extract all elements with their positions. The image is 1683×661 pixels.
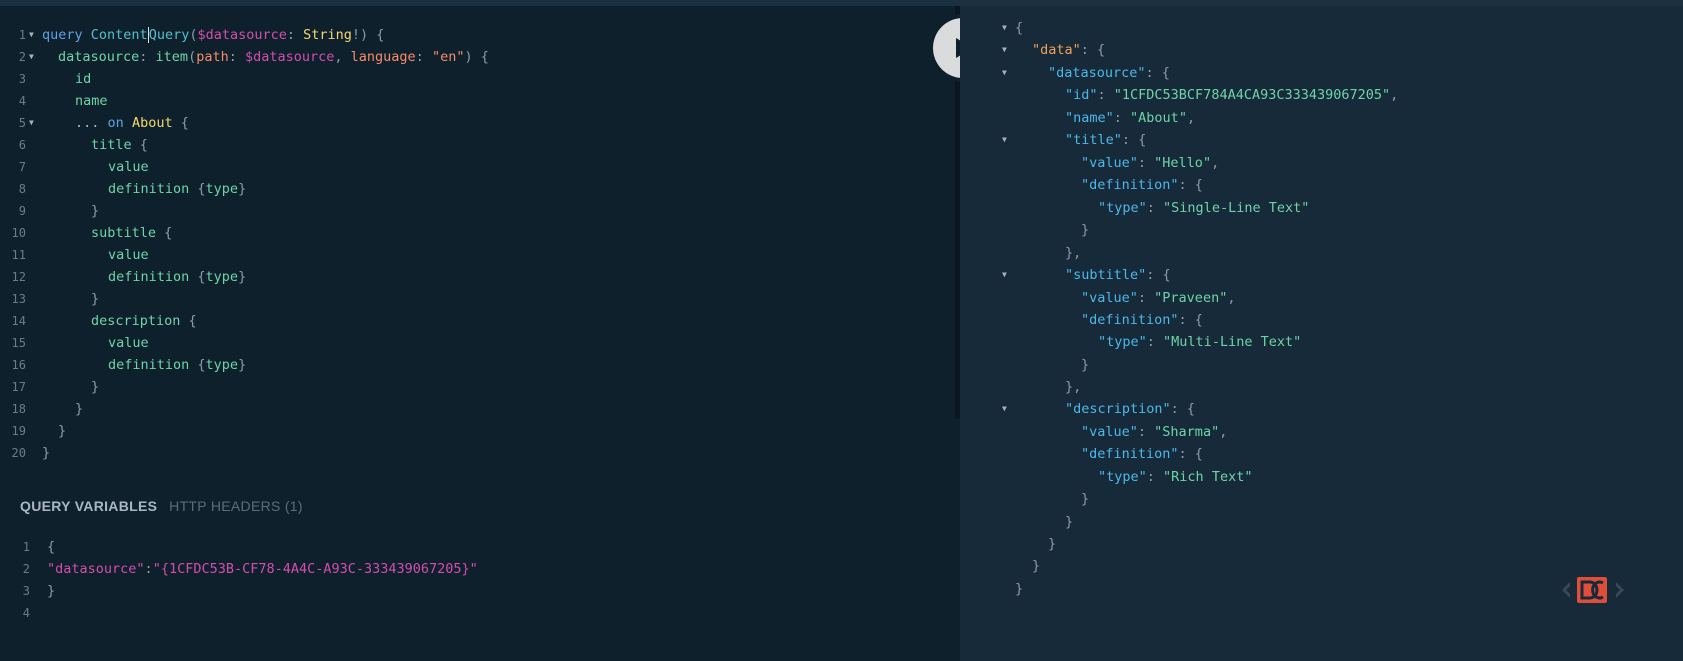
result-line: "value": "Praveen", bbox=[1081, 290, 1236, 306]
line-number: 17 bbox=[11, 380, 26, 394]
result-line: "value": "Sharma", bbox=[1081, 424, 1228, 440]
fold-toggle-icon[interactable]: ▼ bbox=[1002, 62, 1012, 84]
code-line-3: id bbox=[75, 71, 92, 87]
code-line-7: value bbox=[108, 159, 149, 175]
query-editor[interactable]: 1 ▼ 2 ▼ 3 4 5 ▼ 6 7 8 9 10 11 12 13 14 15 16 17 18 19 20 query… bbox=[0, 6, 960, 484]
code-line-1: query ContentQuery($datasource: String!)… bbox=[42, 27, 385, 43]
var-line-1: { bbox=[47, 539, 56, 555]
code-line-12: definition {type} bbox=[108, 269, 247, 285]
line-number: 13 bbox=[11, 292, 26, 306]
var-line-2: "datasource":"{1CFDC53B-CF78-4A4C-A93C-3… bbox=[47, 561, 478, 577]
line-number: 2 bbox=[18, 50, 26, 64]
code-line-2: datasource: item(path: $datasource, lang… bbox=[58, 49, 489, 65]
fold-toggle-icon[interactable]: ▼ bbox=[29, 112, 39, 134]
result-line: "title": { bbox=[1065, 132, 1147, 148]
line-number: 16 bbox=[11, 358, 26, 372]
result-line: } bbox=[1081, 222, 1090, 238]
code-line-15: value bbox=[108, 335, 149, 351]
code-line-13: } bbox=[91, 291, 100, 307]
code-line-9: } bbox=[91, 203, 100, 219]
result-line: }, bbox=[1065, 379, 1082, 395]
result-line: } bbox=[1081, 357, 1090, 373]
line-number: 3 bbox=[18, 72, 26, 86]
fold-toggle-icon[interactable]: ▼ bbox=[1002, 17, 1012, 39]
line-number: 15 bbox=[11, 336, 26, 350]
var-line-number: 2 bbox=[22, 562, 30, 576]
line-number: 4 bbox=[18, 94, 26, 108]
tab-http-headers[interactable]: HTTP HEADERS (1) bbox=[169, 498, 303, 514]
result-line: { bbox=[1015, 20, 1024, 36]
result-line: "description": { bbox=[1065, 401, 1196, 417]
fold-toggle-icon[interactable]: ▼ bbox=[1002, 398, 1012, 420]
graphql-playground-logo-icon bbox=[1562, 577, 1624, 603]
fold-toggle-icon[interactable]: ▼ bbox=[1002, 39, 1012, 61]
result-panel[interactable]: ▼ ▼ ▼ ▼ ▼ ▼ { "data": { "datasource": { … bbox=[960, 6, 1683, 661]
result-line: "data": { bbox=[1032, 42, 1106, 58]
code-line-14: description { bbox=[91, 313, 197, 329]
code-line-20: } bbox=[42, 445, 51, 461]
line-number: 18 bbox=[11, 402, 26, 416]
line-number: 8 bbox=[18, 182, 26, 196]
line-number: 7 bbox=[18, 160, 26, 174]
code-line-8: definition {type} bbox=[108, 181, 247, 197]
line-number: 6 bbox=[18, 138, 26, 152]
result-line: "definition": { bbox=[1081, 446, 1203, 462]
line-number: 10 bbox=[11, 226, 26, 240]
fold-toggle-icon[interactable]: ▼ bbox=[1002, 264, 1012, 286]
line-number: 19 bbox=[11, 424, 26, 438]
result-line: "definition": { bbox=[1081, 177, 1203, 193]
result-line: "datasource": { bbox=[1048, 65, 1170, 81]
code-line-4: name bbox=[75, 93, 108, 109]
code-line-10: subtitle { bbox=[91, 225, 173, 241]
line-number: 9 bbox=[18, 204, 26, 218]
line-number: 1 bbox=[18, 28, 26, 42]
code-line-17: } bbox=[91, 379, 100, 395]
result-line: }, bbox=[1065, 245, 1082, 261]
result-line: "type": "Multi-Line Text" bbox=[1098, 334, 1302, 350]
result-line: } bbox=[1032, 558, 1041, 574]
result-line: } bbox=[1015, 581, 1024, 597]
code-line-6: title { bbox=[91, 137, 148, 153]
line-number: 14 bbox=[11, 314, 26, 328]
var-line-number: 4 bbox=[22, 606, 30, 620]
line-number: 12 bbox=[11, 270, 26, 284]
code-line-11: value bbox=[108, 247, 149, 263]
code-line-18: } bbox=[75, 401, 84, 417]
result-line: "name": "About", bbox=[1065, 110, 1196, 126]
line-number: 11 bbox=[11, 248, 26, 262]
result-line: } bbox=[1065, 514, 1074, 530]
fold-toggle-icon[interactable]: ▼ bbox=[29, 24, 39, 46]
result-line: "type": "Rich Text" bbox=[1098, 469, 1253, 485]
var-line-3: } bbox=[47, 583, 56, 599]
code-line-5: ... on About { bbox=[75, 115, 189, 131]
result-line: } bbox=[1048, 536, 1057, 552]
result-line: "subtitle": { bbox=[1065, 267, 1171, 283]
result-line: "value": "Hello", bbox=[1081, 155, 1220, 171]
variables-tabs: QUERY VARIABLES HTTP HEADERS (1) bbox=[20, 498, 303, 514]
result-line: } bbox=[1081, 491, 1090, 507]
result-line: "definition": { bbox=[1081, 312, 1203, 328]
result-line: "type": "Single-Line Text" bbox=[1098, 200, 1310, 216]
var-line-number: 1 bbox=[22, 540, 30, 554]
fold-toggle-icon[interactable]: ▼ bbox=[1002, 129, 1012, 151]
code-line-16: definition {type} bbox=[108, 357, 247, 373]
result-line: "id": "1CFDC53BCF784A4CA93C333439067205"… bbox=[1065, 87, 1399, 103]
variables-panel: QUERY VARIABLES HTTP HEADERS (1) 1 2 3 4… bbox=[0, 484, 960, 661]
line-number: 5 bbox=[18, 116, 26, 130]
code-line-19: } bbox=[58, 423, 67, 439]
line-number: 20 bbox=[11, 446, 26, 460]
var-line-number: 3 bbox=[22, 584, 30, 598]
tab-query-variables[interactable]: QUERY VARIABLES bbox=[20, 498, 157, 514]
fold-toggle-icon[interactable]: ▼ bbox=[29, 46, 39, 68]
